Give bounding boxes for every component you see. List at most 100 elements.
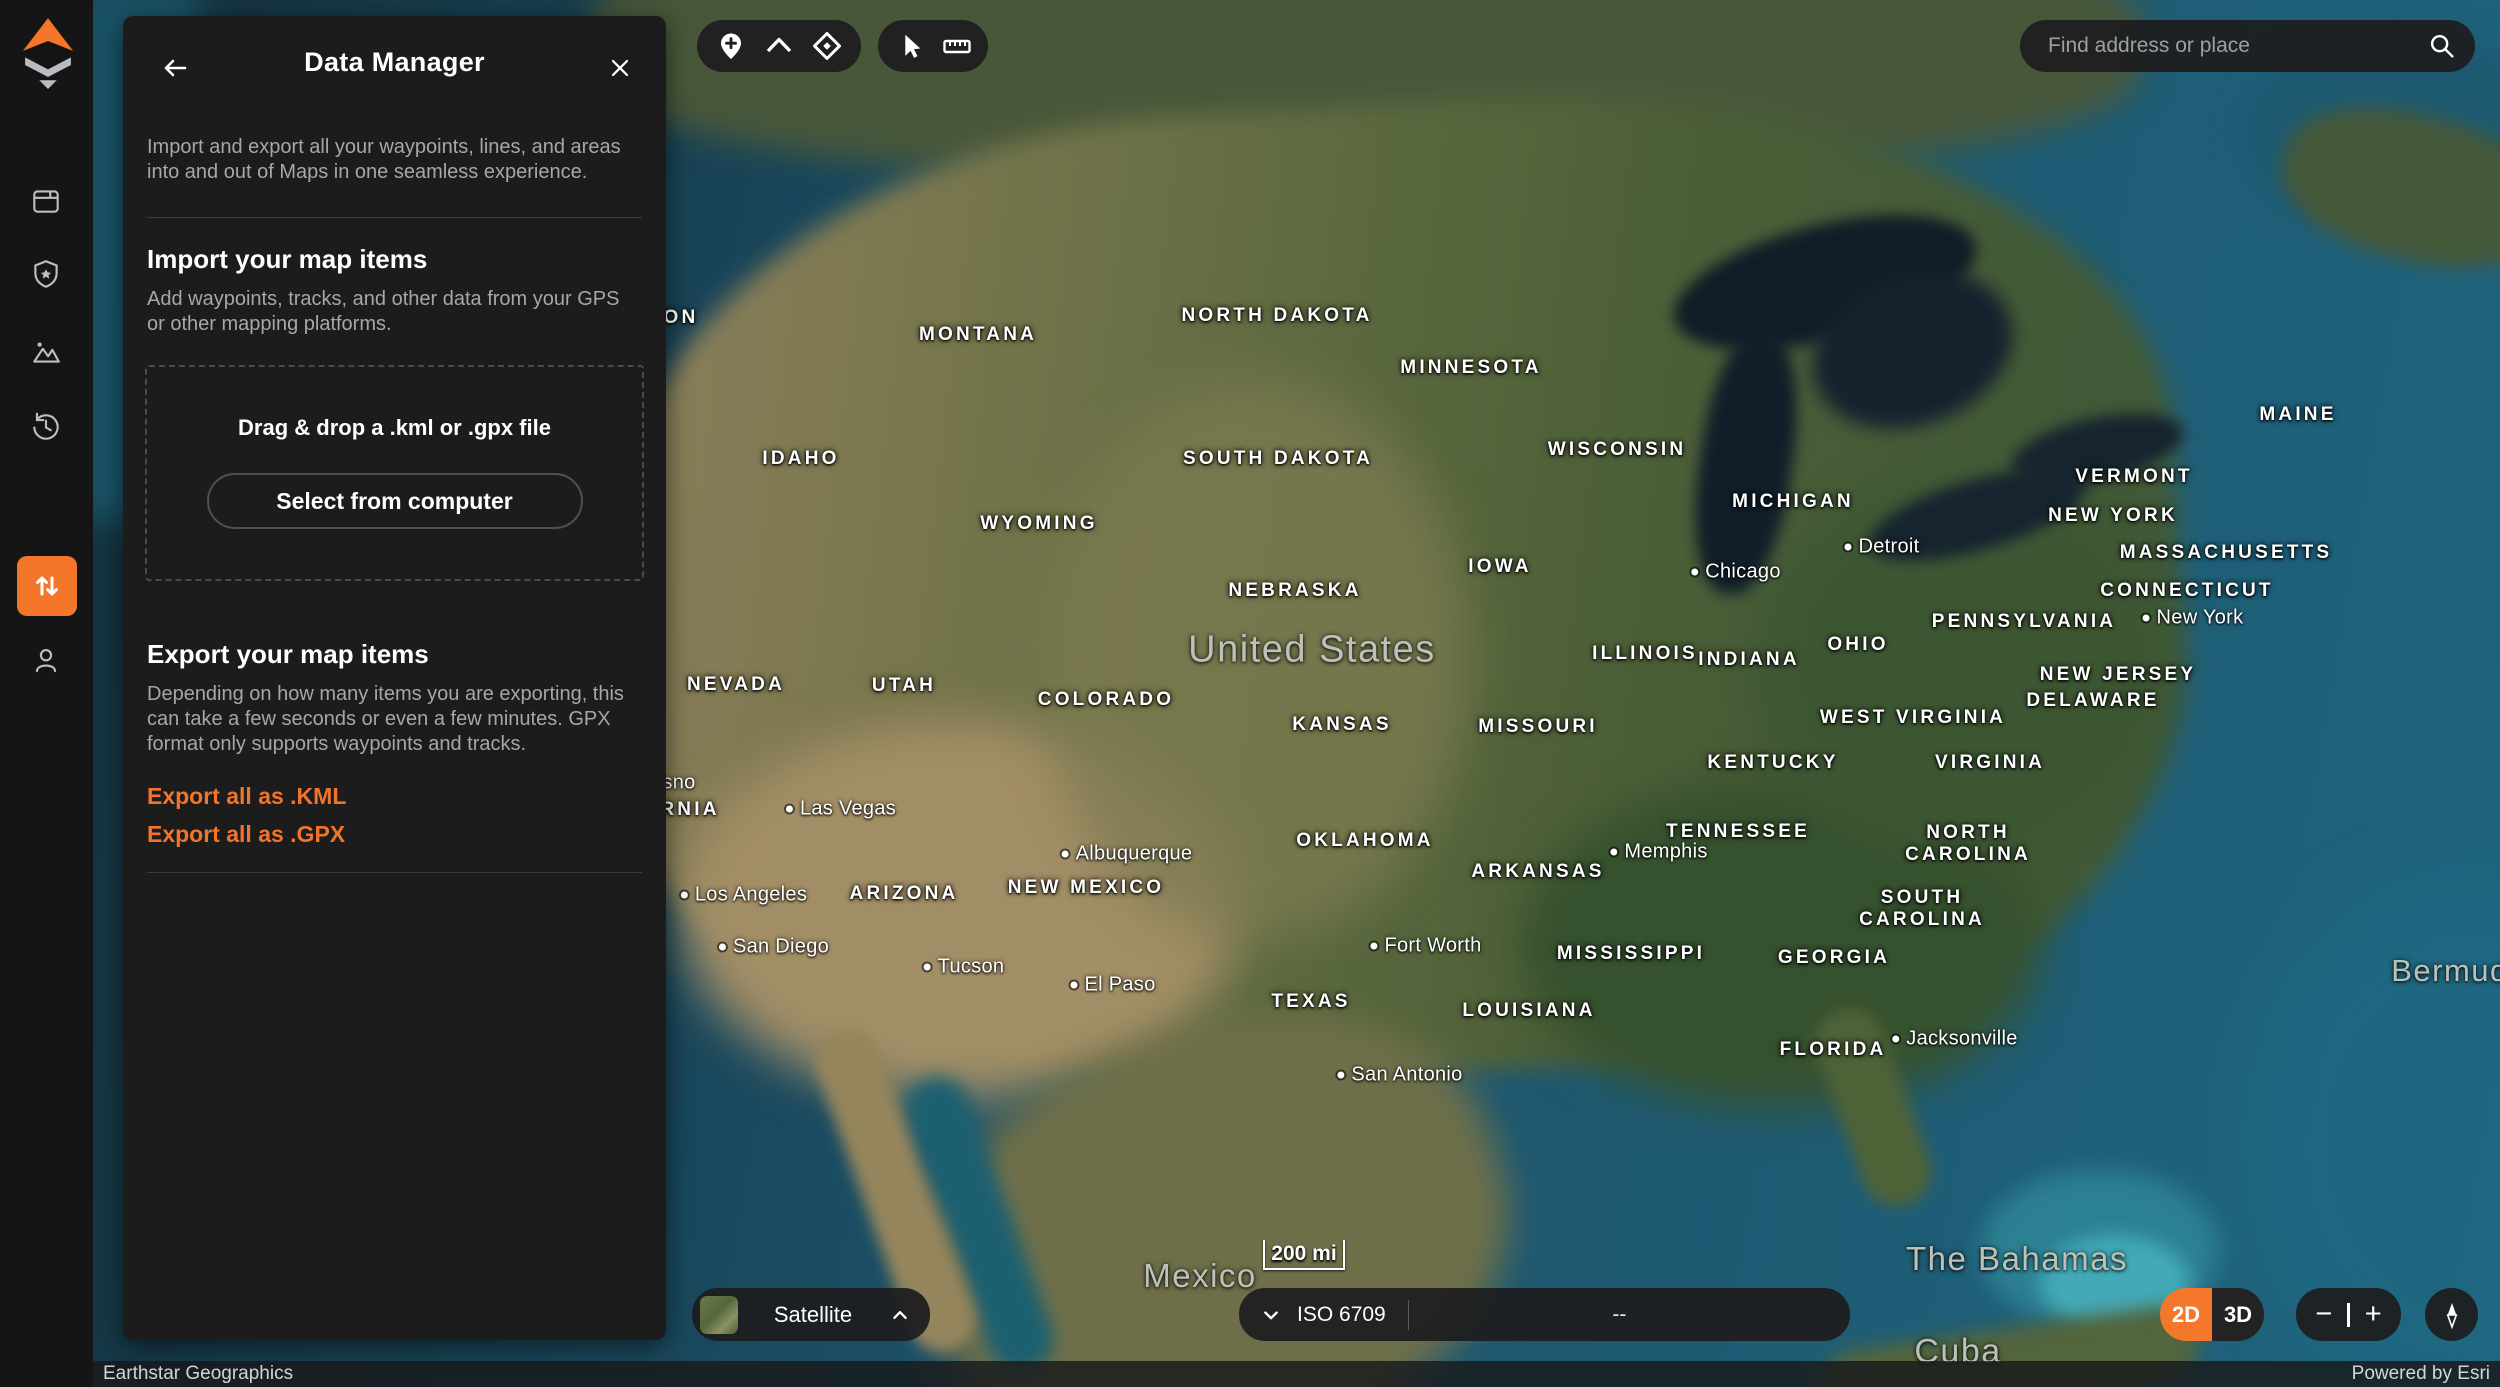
panel-intro: Import and export all your waypoints, li…	[147, 135, 642, 185]
city-dot	[1610, 849, 1617, 856]
add-waypoint-button[interactable]	[711, 26, 751, 66]
toggle-3d-button[interactable]: 3D	[2212, 1288, 2264, 1341]
map-label-state: ON	[664, 307, 699, 329]
city-dot	[2143, 615, 2150, 622]
select-toolbar	[878, 20, 988, 72]
coordinates-bar[interactable]: ISO 6709 --	[1239, 1288, 1850, 1341]
select-cursor-button[interactable]	[890, 26, 930, 66]
import-export-arrows-icon	[30, 569, 64, 603]
divider	[147, 872, 642, 873]
select-from-computer-button[interactable]: Select from computer	[207, 473, 583, 529]
file-dropzone[interactable]: Drag & drop a .kml or .gpx file Select f…	[145, 365, 644, 581]
map-layers-icon[interactable]	[29, 184, 63, 218]
export-gpx-link[interactable]: Export all as .GPX	[147, 821, 642, 848]
cursor-icon	[895, 31, 925, 61]
toggle-2d-button[interactable]: 2D	[2160, 1288, 2212, 1341]
waypoints-mountains-icon[interactable]	[29, 335, 63, 369]
map-label-state: ARKANSAS	[1471, 861, 1604, 883]
map-label-state: ILLINOIS	[1592, 643, 1698, 665]
map-label-state: KENTUCKY	[1707, 752, 1838, 774]
compass-button[interactable]	[2425, 1288, 2478, 1341]
map-label-city: San Diego	[719, 936, 829, 959]
map-label-region: The Bahamas	[1906, 1240, 2128, 1278]
map-label-city: Los Angeles	[681, 884, 807, 907]
waypoint-pin-icon	[715, 30, 747, 62]
coordinate-value: --	[1409, 1303, 1830, 1327]
zoom-controls: − +	[2296, 1288, 2401, 1341]
map-label-state: WEST VIRGINIA	[1820, 707, 2006, 729]
map-label-state: SOUTH CAROLINA	[1859, 887, 1985, 931]
map-scale-bar: 200 mi	[1263, 1240, 1345, 1270]
dropzone-label: Drag & drop a .kml or .gpx file	[238, 415, 551, 441]
view-mode-toggle: 2D 3D	[2160, 1288, 2264, 1341]
coordinate-format-label: ISO 6709	[1297, 1303, 1386, 1327]
map-label-state: MISSOURI	[1478, 716, 1598, 738]
map-label-region: Bermud	[2391, 953, 2500, 989]
map-label-city: Albuquerque	[1062, 843, 1193, 866]
compass-needle-icon	[2437, 1300, 2467, 1330]
map-label-state: GEORGIA	[1778, 947, 1890, 969]
zoom-in-button[interactable]: +	[2365, 1300, 2382, 1329]
map-label-state: MASSACHUSETTS	[2120, 542, 2333, 564]
city-dot	[1844, 544, 1851, 551]
map-label-state: MAINE	[2259, 404, 2336, 426]
badge-shield-icon[interactable]	[29, 257, 63, 291]
attribution-bar: Earthstar Geographics Powered by Esri	[0, 1361, 2500, 1387]
city-dot	[1892, 1036, 1899, 1043]
map-label-city: San Antonio	[1337, 1064, 1462, 1087]
map-label-state: NORTH DAKOTA	[1181, 305, 1372, 327]
map-label-state: NEBRASKA	[1228, 580, 1361, 602]
map-label-city: Tucson	[924, 956, 1005, 979]
basemap-selector[interactable]: Satellite	[692, 1288, 930, 1341]
export-kml-link[interactable]: Export all as .KML	[147, 783, 642, 810]
map-label-state: COLORADO	[1038, 689, 1174, 711]
draw-line-button[interactable]	[759, 26, 799, 66]
measure-button[interactable]	[937, 26, 977, 66]
export-description: Depending on how many items you are expo…	[147, 682, 642, 757]
map-label-state: MONTANA	[919, 324, 1037, 346]
chevron-down-icon[interactable]	[1259, 1303, 1283, 1327]
map-label-state: CONNECTICUT	[2100, 580, 2273, 602]
map-label-state: VIRGINIA	[1935, 752, 2045, 774]
draw-toolbar	[697, 20, 861, 72]
export-heading: Export your map items	[147, 639, 642, 670]
divider	[147, 217, 642, 218]
panel-header: Data Manager	[147, 16, 642, 108]
map-label-city: Jacksonville	[1892, 1028, 2017, 1051]
map-label-state: SOUTH DAKOTA	[1183, 448, 1373, 470]
import-heading: Import your map items	[147, 244, 642, 275]
map-label-state: MICHIGAN	[1732, 491, 1854, 513]
basemap-thumbnail	[700, 1296, 738, 1334]
scale-label: 200 mi	[1271, 1242, 1336, 1266]
search-input[interactable]	[2048, 34, 2408, 58]
history-icon[interactable]	[29, 410, 63, 444]
map-label-city: New York	[2143, 607, 2244, 630]
map-label-state: TEXAS	[1271, 991, 1350, 1013]
city-dot	[1070, 982, 1077, 989]
sidebar	[0, 0, 93, 1387]
map-label-city: Chicago	[1691, 561, 1780, 584]
sidebar-item-import-export[interactable]	[17, 556, 77, 616]
map-label-state: NEW YORK	[2048, 505, 2178, 527]
map-label-region: Mexico	[1143, 1257, 1257, 1295]
city-dot	[1062, 851, 1069, 858]
app-logo[interactable]	[19, 17, 77, 89]
map-label-state: OKLAHOMA	[1296, 830, 1433, 852]
zoom-out-button[interactable]: −	[2315, 1300, 2332, 1329]
map-label-state: PENNSYLVANIA	[1932, 611, 2116, 633]
arrow-left-icon	[159, 52, 191, 84]
back-button[interactable]	[155, 48, 195, 88]
line-tool-icon	[763, 30, 795, 62]
zoom-level-indicator	[2347, 1303, 2350, 1327]
search-icon[interactable]	[2427, 31, 2457, 61]
city-dot	[1337, 1072, 1344, 1079]
close-button[interactable]	[600, 48, 640, 88]
map-label-city: Fort Worth	[1370, 935, 1481, 958]
ruler-icon	[941, 30, 973, 62]
map-label-state: NORTH CAROLINA	[1905, 822, 2031, 866]
map-label-state: IOWA	[1468, 556, 1531, 578]
account-icon[interactable]	[29, 643, 63, 677]
draw-area-button[interactable]	[807, 26, 847, 66]
panel-title: Data Manager	[304, 47, 485, 78]
city-dot	[786, 806, 793, 813]
